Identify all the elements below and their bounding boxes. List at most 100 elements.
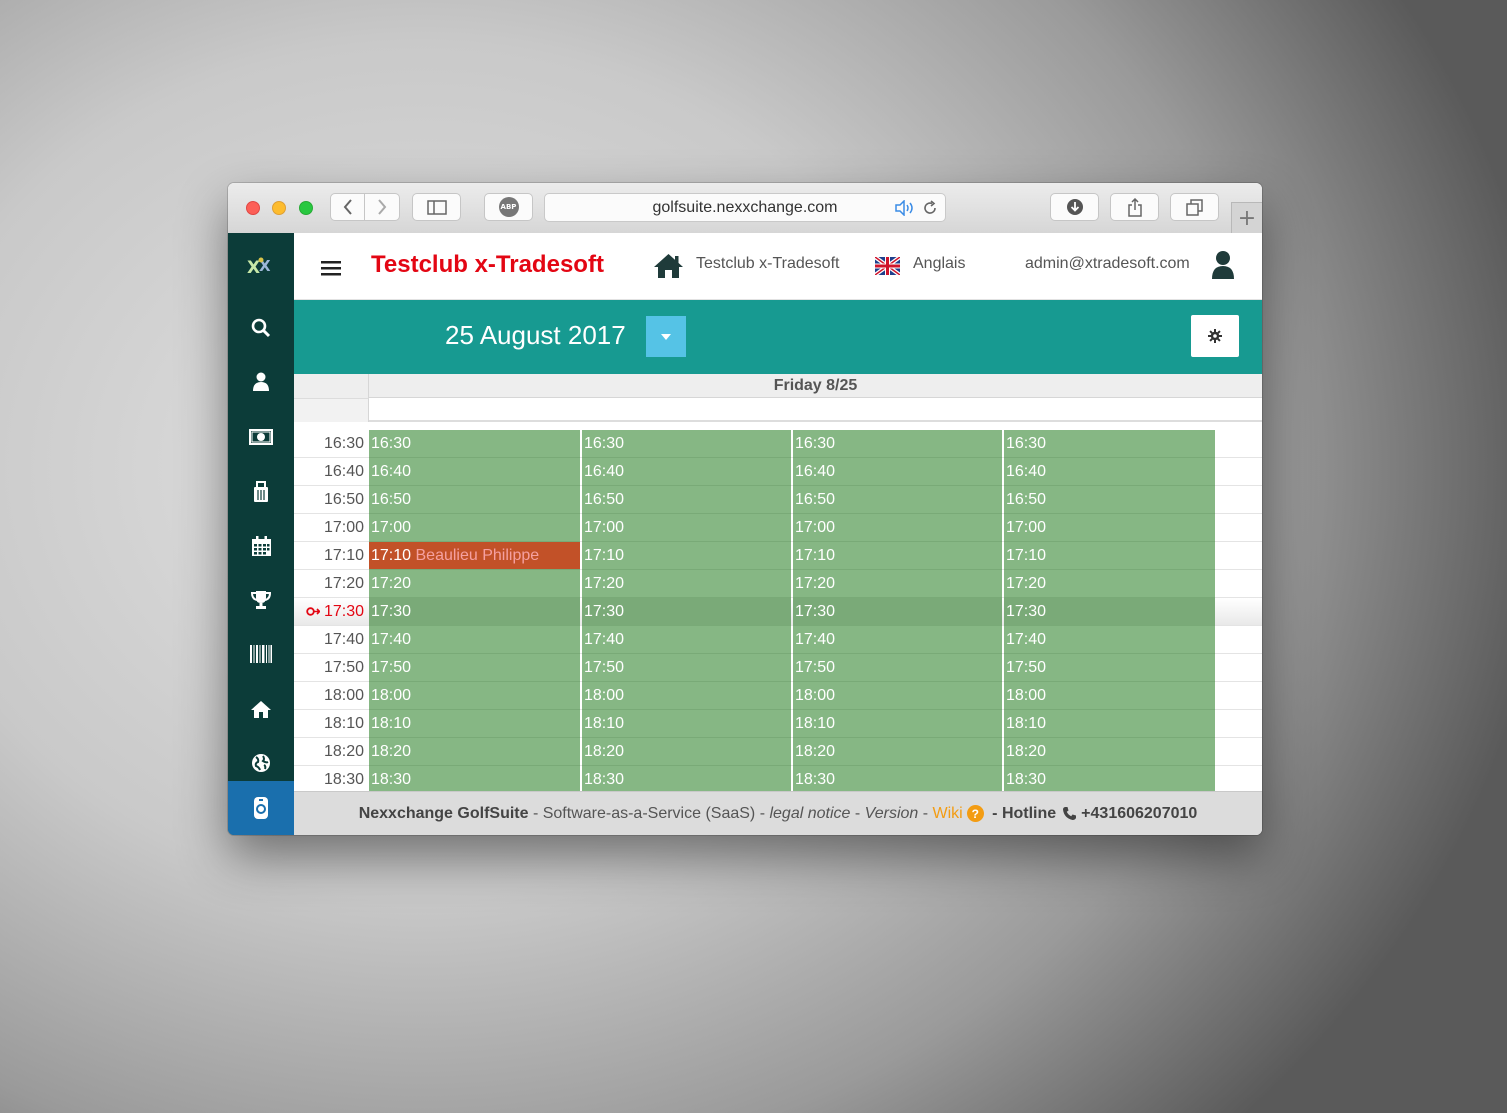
forward-button[interactable] — [365, 193, 400, 221]
reload-icon[interactable] — [922, 200, 938, 216]
language-selector[interactable]: Anglais — [913, 255, 965, 273]
tee-slot[interactable]: 17:50 — [582, 654, 791, 682]
home-icon[interactable] — [228, 689, 294, 729]
tee-slot[interactable]: 18:30 — [793, 766, 1002, 791]
mobile-app-button[interactable] — [228, 781, 294, 835]
tee-slot[interactable]: 16:30 — [582, 430, 791, 458]
tee-slot[interactable]: 17:10 — [793, 542, 1002, 570]
tee-slot[interactable]: 17:00 — [369, 514, 580, 542]
time-row: 17:50 17:50 17:50 17:50 17:50 — [294, 654, 1262, 682]
legal-notice-link[interactable]: legal notice — [769, 805, 850, 823]
tee-slot[interactable]: 16:40 — [793, 458, 1002, 486]
hotline-number[interactable]: +431606207010 — [1081, 805, 1197, 823]
slot-time: 17:40 — [584, 631, 625, 648]
tee-slot[interactable]: 16:40 — [1004, 458, 1215, 486]
tee-slot[interactable]: 17:30 — [793, 598, 1002, 626]
tee-slot[interactable]: 16:30 — [793, 430, 1002, 458]
tee-slot[interactable]: 18:30 — [582, 766, 791, 791]
tee-slot[interactable]: 16:50 — [369, 486, 580, 514]
tee-slot[interactable]: 17:00 — [793, 514, 1002, 542]
user-email[interactable]: admin@xtradesoft.com — [1025, 255, 1190, 273]
tee-slot[interactable]: 18:00 — [1004, 682, 1215, 710]
tee-slot[interactable]: 17:20 — [369, 570, 580, 598]
bag-icon[interactable] — [228, 472, 294, 512]
date-picker-button[interactable] — [646, 316, 686, 357]
booked-tee-slot[interactable]: 17:10 Beaulieu Philippe — [369, 542, 580, 570]
calendar-icon[interactable] — [228, 526, 294, 566]
search-icon[interactable] — [228, 308, 294, 348]
booking-player-name[interactable]: Beaulieu Philippe — [416, 547, 540, 564]
slot-time: 16:50 — [371, 491, 412, 508]
speaker-icon[interactable] — [894, 200, 916, 216]
tee-slot[interactable]: 18:10 — [1004, 710, 1215, 738]
help-icon[interactable]: ? — [966, 805, 984, 822]
tee-slot[interactable]: 16:40 — [369, 458, 580, 486]
tee-slot[interactable]: 17:40 — [369, 626, 580, 654]
tee-slot[interactable]: 18:00 — [369, 682, 580, 710]
share-button[interactable] — [1110, 193, 1159, 221]
tee-slot[interactable]: 18:10 — [582, 710, 791, 738]
time-label: 16:50 — [323, 491, 364, 508]
tee-slot[interactable]: 18:20 — [369, 738, 580, 766]
tee-slot[interactable]: 18:00 — [793, 682, 1002, 710]
downloads-button[interactable] — [1050, 193, 1099, 221]
tee-slot[interactable]: 17:10 — [582, 542, 791, 570]
tabs-overview-button[interactable] — [1170, 193, 1219, 221]
tee-slot[interactable]: 17:20 — [793, 570, 1002, 598]
tee-slot[interactable]: 18:20 — [1004, 738, 1215, 766]
settings-button[interactable] — [1191, 315, 1239, 357]
globe-icon[interactable] — [228, 743, 294, 783]
user-icon[interactable] — [228, 362, 294, 402]
tee-slot[interactable]: 17:10 — [1004, 542, 1215, 570]
tee-slot[interactable]: 18:00 — [582, 682, 791, 710]
barcode-icon[interactable] — [228, 634, 294, 674]
tee-slot[interactable]: 17:40 — [582, 626, 791, 654]
tee-slot[interactable]: 18:10 — [793, 710, 1002, 738]
time-row: 17:20 17:20 17:20 17:20 17:20 — [294, 570, 1262, 598]
tee-slot[interactable]: 17:20 — [1004, 570, 1215, 598]
version-link[interactable]: Version — [865, 805, 919, 823]
tee-slot[interactable]: 17:00 — [1004, 514, 1215, 542]
wiki-link[interactable]: Wiki — [933, 805, 963, 823]
tee-slot[interactable]: 17:40 — [1004, 626, 1215, 654]
sidebar-toggle-button[interactable] — [412, 193, 461, 221]
trophy-icon[interactable] — [228, 580, 294, 620]
tee-slot[interactable]: 16:50 — [582, 486, 791, 514]
slot-time: 16:50 — [584, 491, 625, 508]
back-button[interactable] — [330, 193, 365, 221]
tee-slot[interactable]: 17:50 — [793, 654, 1002, 682]
tee-slot[interactable]: 17:00 — [582, 514, 791, 542]
tee-slot[interactable]: 16:50 — [793, 486, 1002, 514]
minimize-window-button[interactable] — [272, 201, 286, 215]
tee-slot[interactable]: 16:40 — [582, 458, 791, 486]
tee-slot[interactable]: 17:30 — [582, 598, 791, 626]
tee-slot[interactable]: 18:30 — [369, 766, 580, 791]
time-label: 17:30 — [323, 603, 364, 620]
money-icon[interactable] — [228, 417, 294, 457]
tee-slot[interactable]: 18:10 — [369, 710, 580, 738]
club-link[interactable]: Testclub x-Tradesoft — [696, 255, 839, 273]
tee-slot[interactable]: 17:50 — [1004, 654, 1215, 682]
tee-slot[interactable]: 17:20 — [582, 570, 791, 598]
menu-icon[interactable] — [321, 260, 341, 276]
home-icon[interactable] — [653, 252, 684, 279]
uk-flag-icon[interactable] — [875, 257, 900, 275]
tee-slot[interactable]: 18:30 — [1004, 766, 1215, 791]
user-icon[interactable] — [1211, 250, 1235, 280]
tee-slot[interactable]: 18:20 — [582, 738, 791, 766]
tee-slot[interactable]: 16:50 — [1004, 486, 1215, 514]
close-window-button[interactable] — [246, 201, 260, 215]
new-tab-button[interactable]: + — [1231, 202, 1262, 233]
tee-slot[interactable]: 17:40 — [793, 626, 1002, 654]
tee-slot[interactable]: 16:30 — [369, 430, 580, 458]
tee-slot[interactable]: 18:20 — [793, 738, 1002, 766]
tee-slot[interactable]: 16:30 — [1004, 430, 1215, 458]
adblock-button[interactable]: ABP — [484, 193, 533, 221]
logo-icon[interactable]: XX — [228, 246, 294, 286]
tee-slot[interactable]: 17:30 — [369, 598, 580, 626]
tee-slot[interactable]: 17:30 — [1004, 598, 1215, 626]
maximize-window-button[interactable] — [299, 201, 313, 215]
tee-slot[interactable]: 17:50 — [369, 654, 580, 682]
address-bar[interactable]: golfsuite.nexxchange.com — [544, 193, 946, 222]
time-row: 16:40 16:40 16:40 16:40 16:40 — [294, 458, 1262, 486]
